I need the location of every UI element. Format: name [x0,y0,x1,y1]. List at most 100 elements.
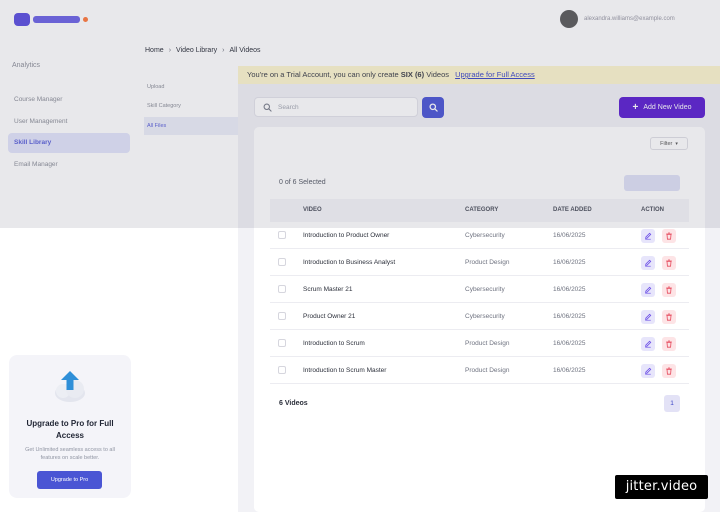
bulk-action-button[interactable] [624,175,680,191]
upgrade-card: Upgrade to Pro for Full Access Get Unlim… [9,355,131,498]
video-title[interactable]: Introduction to Business Analyst [303,249,395,276]
trash-icon [666,313,672,321]
filter-dropdown[interactable]: Filter ▾ [650,137,688,150]
edit-icon [645,286,652,294]
trial-text-suffix: Videos [426,70,449,79]
trash-icon [666,259,672,267]
video-title[interactable]: Introduction to Scrum Master [303,357,386,384]
trash-icon [666,232,672,240]
video-title[interactable]: Introduction to Product Owner [303,222,389,249]
breadcrumb-video-library[interactable]: Video Library [176,47,217,54]
search-icon [428,103,438,112]
search-icon [263,103,272,112]
table-row: Introduction to Business Analyst Product… [270,249,689,276]
delete-button[interactable] [662,283,676,297]
sidebar-item-email-manager[interactable]: Email Manager [8,155,130,175]
search-box[interactable] [254,97,418,117]
avatar[interactable] [560,10,578,28]
delete-button[interactable] [662,364,676,378]
user-email: alexandra.williams@example.com [584,16,675,22]
video-title[interactable]: Product Owner 21 [303,303,355,330]
top-bar: alexandra.williams@example.com [0,0,720,40]
total-videos-count: 6 Videos [279,400,308,407]
row-checkbox[interactable] [278,258,286,266]
breadcrumb-home[interactable]: Home [145,47,164,54]
add-new-video-label: Add New Video [643,104,692,111]
selection-count: 0 of 6 Selected [279,179,326,186]
video-category: Cybersecurity [465,313,505,320]
video-title[interactable]: Introduction to Scrum [303,330,365,357]
trial-limit: SIX (6) [400,70,425,79]
video-category: Cybersecurity [465,286,505,293]
plus-icon: + [632,101,639,113]
subnav-item-all-files[interactable]: All Files [144,117,238,135]
search-input[interactable] [278,103,398,111]
edit-button[interactable] [641,364,655,378]
upgrade-full-access-link[interactable]: Upgrade for Full Access [455,70,535,79]
trash-icon [666,286,672,294]
video-date: 16/06/2025 [553,340,586,347]
table-row: Product Owner 21 Cybersecurity 16/06/202… [270,303,689,330]
sidebar-item-user-management[interactable]: User Management [8,112,130,132]
edit-button[interactable] [641,229,655,243]
add-new-video-button[interactable]: + Add New Video [619,97,705,118]
subnav-item-upload[interactable]: Upload [144,78,238,96]
video-title[interactable]: Scrum Master 21 [303,276,353,303]
search-button[interactable] [422,97,444,118]
cloud-upload-icon [55,371,85,402]
sidebar-item-course-manager[interactable]: Course Manager [8,90,130,110]
delete-button[interactable] [662,256,676,270]
edit-button[interactable] [641,256,655,270]
video-category: Product Design [465,259,510,266]
breadcrumb-all-videos: All Videos [229,47,261,54]
videos-table-card: Filter ▾ 0 of 6 Selected VIDEO CATEGORY … [254,127,705,512]
video-date: 16/06/2025 [553,232,586,239]
sidebar-heading[interactable]: Analytics [12,62,40,69]
logo[interactable] [14,12,88,26]
sidebar: Analytics Course Manager User Management… [0,40,138,512]
edit-icon [645,232,652,240]
secondary-nav: Upload Skill Category All Files [138,40,238,512]
edit-icon [645,259,652,267]
column-header-date-added[interactable]: DATE ADDED [553,199,592,222]
delete-button[interactable] [662,337,676,351]
delete-button[interactable] [662,310,676,324]
column-header-video[interactable]: VIDEO [303,199,322,222]
user-menu[interactable]: alexandra.williams@example.com [560,10,675,28]
column-header-action: ACTION [641,207,664,213]
sidebar-item-skill-library[interactable]: Skill Library [8,133,130,153]
table-header: VIDEO CATEGORY DATE ADDED ACTION [270,199,689,222]
video-date: 16/06/2025 [553,313,586,320]
trial-text-prefix: You're on a Trial Account, you can only … [247,70,399,79]
logo-wordmark [32,15,81,23]
row-checkbox[interactable] [278,366,286,374]
upgrade-description: Get Unlimited seamless access to all fea… [25,447,115,461]
video-date: 16/06/2025 [553,367,586,374]
row-checkbox[interactable] [278,231,286,239]
column-header-category[interactable]: CATEGORY [465,199,498,222]
logo-dot [83,16,88,22]
table-row: Introduction to Scrum Product Design 16/… [270,330,689,357]
trash-icon [666,340,672,348]
subnav-item-skill-category[interactable]: Skill Category [144,97,238,115]
video-category: Product Design [465,367,510,374]
upgrade-to-pro-button[interactable]: Upgrade to Pro [37,471,102,489]
trash-icon [666,367,672,375]
logo-mark [14,12,30,26]
edit-button[interactable] [641,337,655,351]
edit-button[interactable] [641,283,655,297]
row-checkbox[interactable] [278,339,286,347]
row-checkbox[interactable] [278,312,286,320]
video-date: 16/06/2025 [553,259,586,266]
table-row: Introduction to Product Owner Cybersecur… [270,222,689,249]
row-checkbox[interactable] [278,285,286,293]
filter-label: Filter [660,140,673,147]
pagination-page-button[interactable]: 1 [664,395,680,412]
chevron-right-icon: › [168,47,172,54]
edit-icon [645,340,652,348]
delete-button[interactable] [662,229,676,243]
video-date: 16/06/2025 [553,286,586,293]
edit-icon [645,313,652,321]
trial-banner: You're on a Trial Account, you can only … [238,66,720,84]
edit-button[interactable] [641,310,655,324]
